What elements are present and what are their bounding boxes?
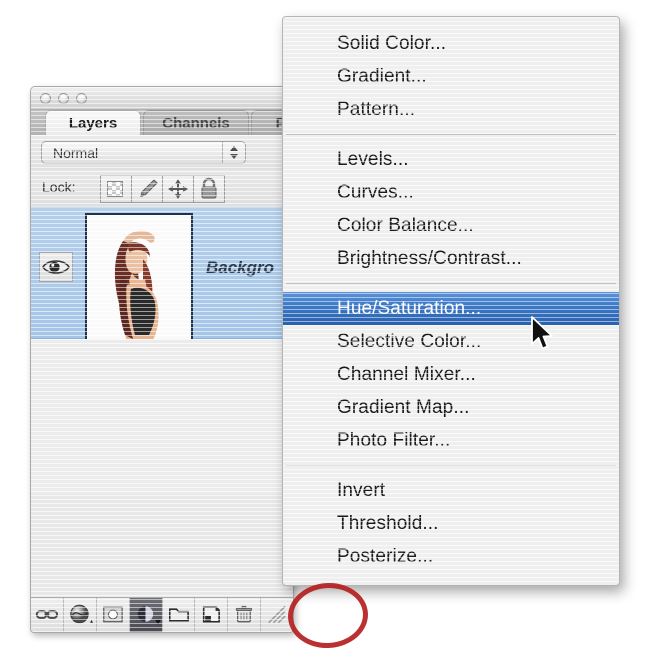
lock-label: Lock: (42, 179, 76, 195)
new-adjustment-layer-button[interactable] (129, 598, 163, 632)
fx-icon (70, 604, 93, 624)
blend-mode-select[interactable]: Normal (41, 141, 246, 164)
palette-bottom-toolbar (31, 597, 293, 632)
menu-item-brightness-contrast[interactable]: Brightness/Contrast... (283, 242, 619, 275)
layer-visibility-toggle[interactable] (39, 252, 73, 282)
layer-list-empty-area (31, 339, 293, 494)
new-group-button[interactable] (163, 598, 196, 632)
checkerboard-icon (107, 181, 123, 197)
zoom-icon[interactable] (76, 93, 87, 104)
layer-row[interactable]: Backgro (31, 207, 293, 346)
add-layer-mask-button[interactable] (97, 598, 130, 632)
padlock-icon (201, 177, 217, 199)
menu-item-photo-filter[interactable]: Photo Filter... (283, 424, 619, 457)
resize-grip-icon (268, 605, 286, 624)
chain-link-icon (35, 610, 59, 619)
delete-layer-button[interactable] (228, 598, 262, 632)
lock-row: Lock: (31, 170, 293, 206)
menu-item-hue-saturation[interactable]: Hue/Saturation... (283, 292, 619, 325)
menu-item-gradient-map[interactable]: Gradient Map... (283, 391, 619, 424)
lock-button-group (100, 175, 225, 203)
screenshot-root: Layers Channels Paths Normal Lock: (0, 0, 650, 657)
new-page-icon (203, 606, 221, 623)
half-filled-circle-icon (137, 606, 161, 625)
lock-transparent-pixels-button[interactable] (101, 176, 132, 202)
blend-mode-value: Normal (53, 145, 99, 161)
menu-item-pattern[interactable]: Pattern... (283, 93, 619, 126)
eye-icon (42, 260, 70, 274)
resize-grip[interactable] (261, 598, 293, 632)
layer-name-label: Backgro (206, 258, 275, 277)
tab-layers[interactable]: Layers (45, 110, 141, 135)
layer-thumbnail[interactable] (85, 213, 193, 346)
close-icon[interactable] (40, 93, 51, 104)
menu-separator (286, 465, 616, 466)
minimize-icon[interactable] (58, 93, 69, 104)
menu-separator (286, 283, 616, 284)
new-layer-button[interactable] (195, 598, 229, 632)
chevron-up-icon (230, 146, 238, 151)
mask-circle-icon (102, 606, 123, 623)
menu-item-invert[interactable]: Invert (283, 474, 619, 507)
menu-item-channel-mixer[interactable]: Channel Mixer... (283, 358, 619, 391)
layers-palette: Layers Channels Paths Normal Lock: (30, 86, 294, 633)
layer-style-button[interactable] (64, 598, 97, 632)
menu-item-selective-color[interactable]: Selective Color... (283, 325, 619, 358)
menu-item-levels[interactable]: Levels... (283, 143, 619, 176)
menu-item-gradient[interactable]: Gradient... (283, 60, 619, 93)
lock-image-pixels-button[interactable] (132, 176, 163, 202)
blend-mode-row: Normal (31, 135, 293, 170)
palette-titlebar[interactable] (31, 87, 293, 110)
folder-icon (168, 608, 189, 622)
layer-thumbnail-image (87, 215, 191, 344)
menu-item-color-balance[interactable]: Color Balance... (283, 209, 619, 242)
lock-all-button[interactable] (194, 176, 224, 202)
paintbrush-icon (140, 179, 158, 197)
menu-item-solid-color[interactable]: Solid Color... (283, 27, 619, 60)
chevron-down-icon (230, 154, 238, 159)
menu-item-posterize[interactable]: Posterize... (283, 540, 619, 573)
menu-item-curves[interactable]: Curves... (283, 176, 619, 209)
menu-item-threshold[interactable]: Threshold... (283, 507, 619, 540)
blend-mode-stepper[interactable] (222, 142, 245, 163)
palette-tab-strip: Layers Channels Paths (31, 110, 293, 135)
lock-position-button[interactable] (163, 176, 194, 202)
new-adjustment-layer-menu: Solid Color... Gradient... Pattern... Le… (282, 16, 620, 586)
move-cross-icon (168, 179, 188, 199)
menu-separator (286, 134, 616, 135)
red-callout-ellipse (285, 580, 371, 651)
tab-channels[interactable]: Channels (143, 110, 249, 135)
link-layers-button[interactable] (31, 598, 64, 632)
trash-icon (236, 605, 253, 623)
